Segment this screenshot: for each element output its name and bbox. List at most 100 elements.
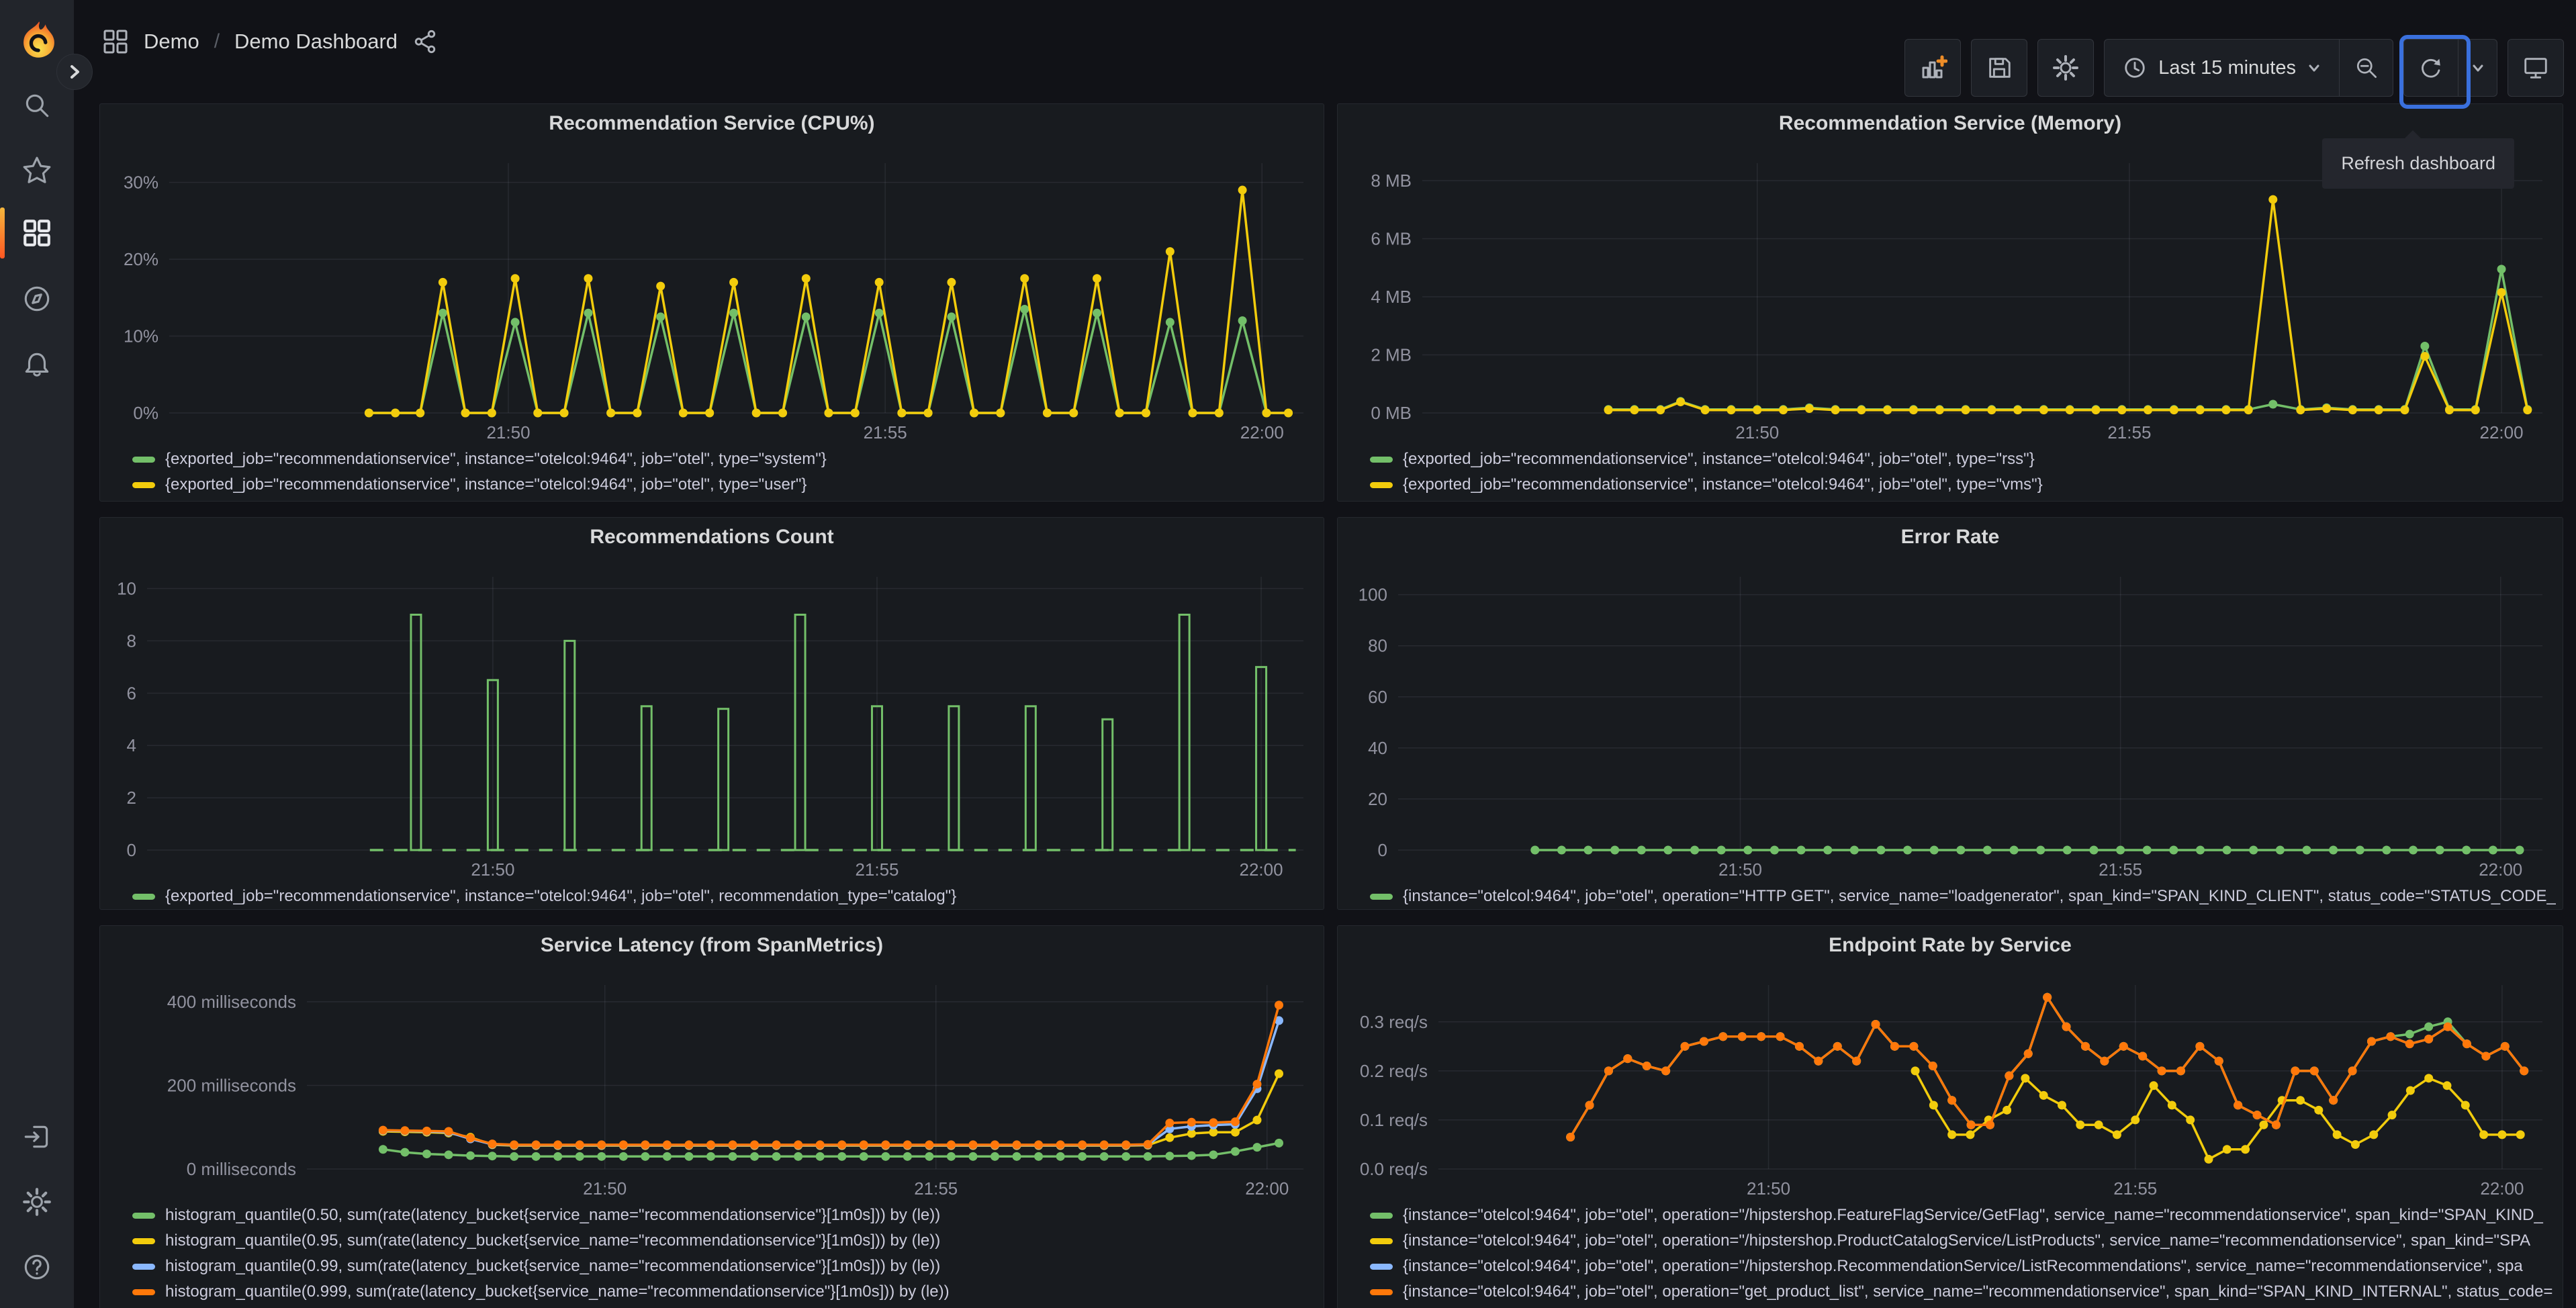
bar <box>410 613 422 851</box>
sidebar-item-help[interactable] <box>0 1237 74 1297</box>
add-panel-button[interactable] <box>1904 39 1962 97</box>
data-point <box>2462 845 2471 855</box>
endpoint-rate-chart[interactable]: 0.0 req/s 0.1 req/s 0.2 req/s 0.3 req/s 21:5… <box>1343 965 2557 1200</box>
data-point <box>859 1140 868 1150</box>
y-axis-tick: 80 <box>1368 636 1387 656</box>
data-point <box>2062 845 2072 855</box>
data-point <box>1188 408 1197 418</box>
data-point <box>1757 1032 1766 1041</box>
panel-title[interactable]: Endpoint Rate by Service <box>1338 926 2563 965</box>
data-point <box>1903 845 1913 855</box>
grafana-logo[interactable] <box>17 20 58 60</box>
legend-item[interactable]: {exported_job="recommendationservice", i… <box>132 884 1317 909</box>
data-point <box>1890 1041 1899 1051</box>
sidebar-item-sign-in[interactable] <box>0 1107 74 1166</box>
data-point <box>1238 185 1247 195</box>
legend-item[interactable]: histogram_quantile(0.50, sum(rate(latenc… <box>132 1203 1317 1228</box>
legend-label: {instance="otelcol:9464", job="otel", op… <box>1403 1231 2531 1250</box>
legend-item[interactable]: {instance="otelcol:9464", job="otel", op… <box>1370 1279 2556 1305</box>
data-point <box>2195 1041 2205 1051</box>
legend: {exported_job="recommendationservice", i… <box>100 881 1324 909</box>
data-point <box>2296 406 2305 415</box>
data-point <box>1852 1056 1861 1066</box>
legend-item[interactable]: {instance="otelcol:9464", job="otel", op… <box>1370 884 2556 909</box>
data-point <box>1700 406 1710 415</box>
zoom-out-time-button[interactable] <box>2339 40 2393 96</box>
legend-item[interactable]: histogram_quantile(0.999, sum(rate(laten… <box>132 1279 1317 1305</box>
bar <box>1101 718 1114 851</box>
monitor-icon <box>2524 58 2547 79</box>
refresh-dashboard-button[interactable] <box>2399 35 2471 109</box>
share-icon[interactable] <box>412 29 438 54</box>
sidebar-item-configuration[interactable] <box>0 1172 74 1231</box>
data-point <box>2366 1037 2376 1046</box>
cycle-view-mode-button[interactable] <box>2508 39 2564 97</box>
sidebar-item-explore[interactable] <box>0 269 74 328</box>
data-point <box>2009 845 2019 855</box>
data-point <box>2296 1096 2305 1105</box>
data-point <box>2003 1105 2012 1115</box>
data-point <box>794 1152 803 1161</box>
data-point <box>559 408 569 418</box>
data-point <box>2481 1052 2491 1061</box>
x-axis-tick: 22:00 <box>2480 422 2524 442</box>
legend-swatch <box>132 1212 155 1219</box>
data-point <box>2400 406 2409 415</box>
dashboards-grid-icon <box>24 220 50 246</box>
panel-title[interactable]: Recommendations Count <box>100 518 1324 557</box>
data-point <box>400 1148 410 1157</box>
data-point <box>750 1140 760 1150</box>
data-point <box>1020 274 1029 283</box>
refresh-interval-dropdown[interactable] <box>2458 40 2497 96</box>
dashboard-settings-button[interactable] <box>2037 39 2095 97</box>
breadcrumb-page-title[interactable]: Demo Dashboard <box>234 30 398 54</box>
data-point <box>1078 1140 1087 1150</box>
data-point <box>1718 1032 1728 1041</box>
time-range-picker[interactable]: Last 15 minutes <box>2105 40 2339 96</box>
legend-item[interactable]: {exported_job="recommendationservice", i… <box>1370 447 2556 472</box>
breadcrumb-section[interactable]: Demo <box>144 30 199 54</box>
data-point <box>656 281 665 291</box>
legend-item[interactable]: {exported_job="recommendationservice", i… <box>132 447 1317 472</box>
data-point <box>1956 845 1966 855</box>
save-dashboard-button[interactable] <box>1971 39 2028 97</box>
panel-title[interactable]: Error Rate <box>1338 518 2563 557</box>
data-point <box>488 1139 497 1149</box>
legend-swatch <box>1370 1289 1393 1295</box>
legend-item[interactable]: {instance="otelcol:9464", job="otel", op… <box>1370 1254 2556 1279</box>
data-point <box>1557 845 1566 855</box>
data-point <box>1929 1101 1938 1110</box>
panel-title[interactable]: Recommendation Service (Memory) <box>1338 104 2563 143</box>
legend-item[interactable]: {instance="otelcol:9464", job="otel", op… <box>1370 1228 2556 1254</box>
data-point <box>2332 1130 2342 1139</box>
sidebar-item-dashboards[interactable] <box>0 203 74 263</box>
data-point <box>2523 406 2532 415</box>
error-rate-chart[interactable]: 0 20 40 60 80 100 21:50 21:55 22:00 <box>1343 557 2557 881</box>
data-point <box>618 1152 628 1161</box>
cpu-chart[interactable]: 0% 10% 20% 30% 21:50 21:55 22:00 <box>105 143 1318 444</box>
legend-item[interactable]: histogram_quantile(0.95, sum(rate(latenc… <box>132 1228 1317 1254</box>
legend-item[interactable]: histogram_quantile(0.99, sum(rate(latenc… <box>132 1254 1317 1279</box>
legend-swatch <box>132 481 155 488</box>
data-point <box>2444 406 2454 415</box>
sidebar-item-starred[interactable] <box>0 141 74 200</box>
data-point <box>1961 406 1970 415</box>
data-point <box>2275 845 2285 855</box>
panel-title[interactable]: Service Latency (from SpanMetrics) <box>100 926 1324 965</box>
panel-title[interactable]: Recommendation Service (CPU%) <box>100 104 1324 143</box>
bar <box>1024 705 1037 851</box>
legend-label: {instance="otelcol:9464", job="otel", op… <box>1403 1257 2523 1275</box>
sidebar-item-alerting[interactable] <box>0 335 74 394</box>
legend-item[interactable]: {exported_job="recommendationservice", i… <box>1370 472 2556 498</box>
data-point <box>1796 845 1806 855</box>
sidebar-expand-button[interactable] <box>56 54 93 90</box>
legend-item[interactable]: {exported_job="recommendationservice", i… <box>132 472 1317 498</box>
recommendations-count-chart[interactable]: 0 2 4 6 8 10 21:50 21:55 22:00 <box>105 557 1318 881</box>
data-point <box>728 1140 737 1150</box>
data-point <box>2094 1120 2103 1129</box>
service-latency-chart[interactable]: 0 milliseconds 200 milliseconds 400 millis… <box>105 965 1318 1200</box>
legend-item[interactable]: {instance="otelcol:9464", job="otel", op… <box>1370 1203 2556 1228</box>
data-point <box>2500 1041 2510 1051</box>
legend-swatch <box>1370 893 1393 900</box>
data-point <box>1012 1152 1021 1161</box>
